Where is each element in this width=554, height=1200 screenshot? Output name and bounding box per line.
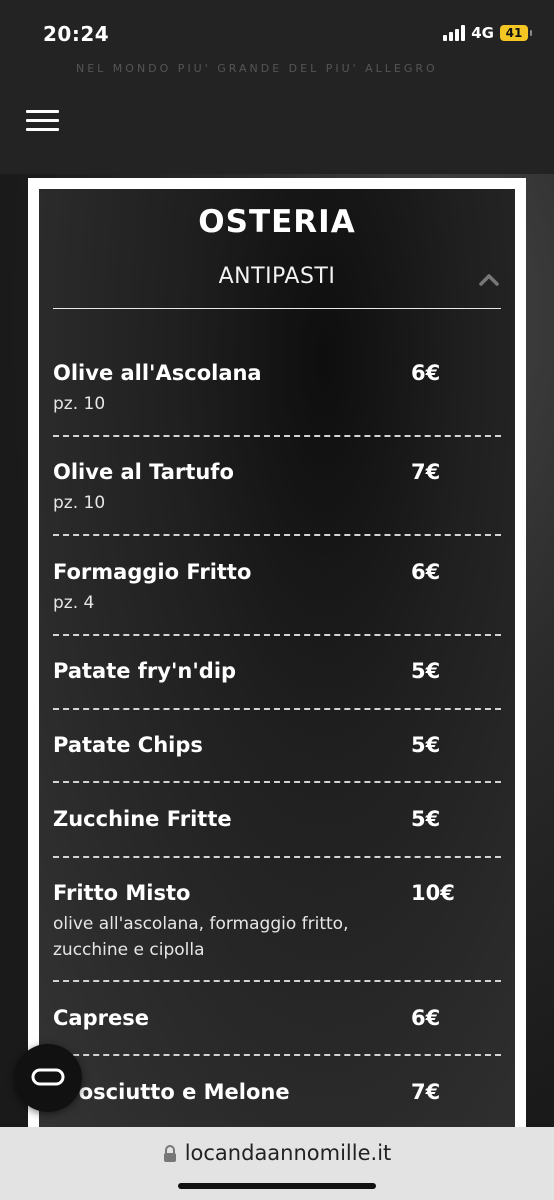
signal-icon <box>443 25 466 41</box>
item-price: 5€ <box>411 733 441 757</box>
dashed-divider <box>53 435 501 437</box>
floating-link-button[interactable] <box>14 1044 82 1112</box>
link-icon <box>31 1068 65 1086</box>
item-name: Patate Chips <box>53 733 203 757</box>
chevron-up-icon[interactable] <box>479 272 499 286</box>
item-price: 6€ <box>411 1006 441 1030</box>
item-name: Formaggio Fritto <box>53 560 252 584</box>
item-name: Caprese <box>53 1006 149 1030</box>
dashed-divider <box>53 634 501 636</box>
status-indicators: 4G 41 <box>443 24 532 42</box>
lock-icon <box>163 1145 176 1162</box>
section-title: ANTIPASTI <box>218 264 336 289</box>
item-name: Fritto Misto <box>53 881 191 905</box>
header-tagline: NEL MONDO PIU' GRANDE DEL PIU' ALLEGRO <box>76 62 438 72</box>
item-description: pz. 4 <box>53 593 95 613</box>
status-time: 20:24 <box>43 22 110 46</box>
item-description: pz. 10 <box>53 493 106 513</box>
item-price: 6€ <box>411 361 441 385</box>
item-name: Olive all'Ascolana <box>53 361 262 385</box>
url-display[interactable]: locandaannomille.it <box>0 1141 554 1165</box>
item-price: 6€ <box>411 560 441 584</box>
hamburger-icon[interactable] <box>26 110 59 132</box>
menu-title: OSTERIA <box>198 204 356 240</box>
network-type: 4G <box>471 24 494 42</box>
item-name: Olive al Tartufo <box>53 460 234 484</box>
section-header[interactable]: ANTIPASTI <box>53 262 501 309</box>
site-header: NEL MONDO PIU' GRANDE DEL PIU' ALLEGRO <box>0 62 554 174</box>
url-text: locandaannomille.it <box>184 1141 392 1165</box>
item-price: 7€ <box>411 460 441 484</box>
status-bar: 20:24 4G 41 <box>0 0 554 70</box>
dashed-divider <box>53 980 501 982</box>
item-description: olive all'ascolana, formaggio fritto, zu… <box>53 914 349 960</box>
item-name: Prosciutto e Melone <box>53 1080 290 1104</box>
dashed-divider <box>53 708 501 710</box>
home-indicator <box>178 1183 376 1189</box>
dashed-divider <box>53 1054 501 1056</box>
item-description: pz. 10 <box>53 394 106 414</box>
item-name: Zucchine Fritte <box>53 807 232 831</box>
item-price: 5€ <box>411 807 441 831</box>
item-name: Patate fry'n'dip <box>53 659 237 683</box>
item-price: 10€ <box>411 881 455 905</box>
dashed-divider <box>53 781 501 783</box>
browser-address-bar[interactable]: locandaannomille.it <box>0 1127 554 1200</box>
item-price: 7€ <box>411 1080 441 1104</box>
dashed-divider <box>53 534 501 536</box>
dashed-divider <box>53 856 501 858</box>
battery-icon: 41 <box>500 25 532 41</box>
item-price: 5€ <box>411 659 441 683</box>
